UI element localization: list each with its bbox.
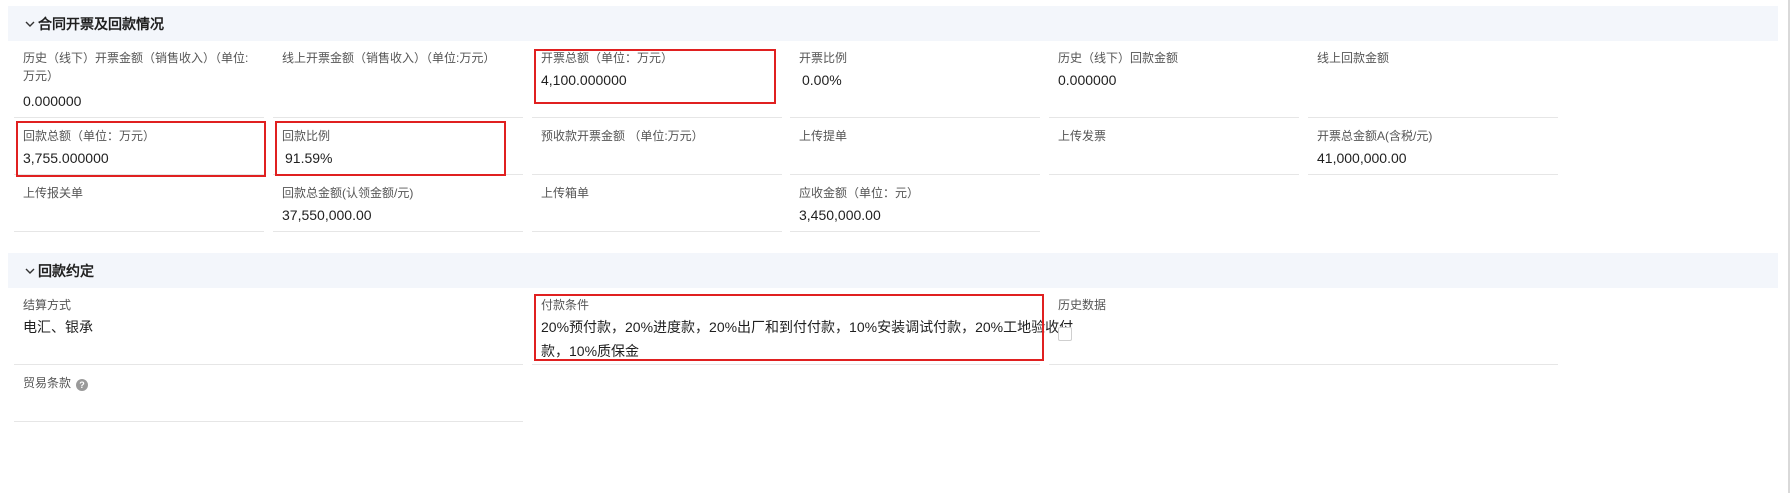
field-label: 历史（线下）回款金额 xyxy=(1058,51,1179,65)
field-settlement: 结算方式 电汇、银承 xyxy=(14,287,523,365)
field-value: 0.000000 xyxy=(1058,72,1117,88)
field-history-data: 历史数据 xyxy=(1049,287,1558,365)
field-value: 0.00% xyxy=(802,72,842,88)
field-label: 开票比例 xyxy=(799,51,848,65)
field-upload-customs[interactable]: 上传报关单 xyxy=(14,175,264,232)
field-label: 线上回款金额 xyxy=(1317,51,1390,65)
chevron-down-icon[interactable] xyxy=(24,265,36,277)
field-hist-offline-invoice: 历史（线下）开票金额（销售收入）（单位:万元） 0.000000 xyxy=(14,40,264,118)
field-label: 上传报关单 xyxy=(23,186,84,200)
field-invoice-total: 开票总额（单位：万元） 4,100.000000 xyxy=(532,40,782,118)
field-upload-bill-lading[interactable]: 上传提单 xyxy=(790,118,1040,175)
field-label: 结算方式 xyxy=(23,298,72,312)
help-icon[interactable]: ? xyxy=(76,379,89,391)
field-value: 0.000000 xyxy=(23,93,82,109)
field-label: 应收金额（单位：元） xyxy=(799,186,920,200)
section-title: 回款约定 xyxy=(38,262,94,279)
field-value: 3,755.000000 xyxy=(23,150,109,166)
chevron-down-icon[interactable] xyxy=(24,18,36,30)
field-label: 开票总额（单位：万元） xyxy=(541,51,674,65)
field-label: 历史（线下）开票金额（销售收入）（单位:万元） xyxy=(23,51,249,83)
field-online-payment: 线上回款金额 xyxy=(1308,40,1558,118)
field-label: 历史数据 xyxy=(1058,298,1107,312)
trade-terms-label: 贸易条款 xyxy=(23,376,72,390)
field-label: 上传提单 xyxy=(799,129,848,143)
field-invoice-total-a: 开票总金额A(含税/元) 41,000,000.00 xyxy=(1308,118,1558,175)
field-value: 电汇、银承 xyxy=(23,319,93,335)
field-hist-offline-payment: 历史（线下）回款金额 0.000000 xyxy=(1049,40,1299,118)
field-receivable: 应收金额（单位：元） 3,450,000.00 xyxy=(790,175,1040,232)
field-label: 上传发票 xyxy=(1058,129,1107,143)
field-value: 3,450,000.00 xyxy=(799,207,881,223)
section-title: 合同开票及回款情况 xyxy=(38,15,164,32)
field-prepay-invoice: 预收款开票金额 （单位:万元） xyxy=(532,118,782,175)
field-payment-ratio: 回款比例 91.59% xyxy=(273,118,523,175)
field-label: 贸易条款? xyxy=(23,374,515,392)
field-value: 4,100.000000 xyxy=(541,72,627,88)
field-label: 回款总额（单位：万元） xyxy=(23,129,156,143)
field-invoice-ratio: 开票比例 0.00% xyxy=(790,40,1040,118)
field-label: 上传箱单 xyxy=(541,186,590,200)
section-header-invoice[interactable]: 合同开票及回款情况 xyxy=(8,6,1778,41)
field-label: 回款比例 xyxy=(282,129,331,143)
field-label: 开票总金额A(含税/元) xyxy=(1317,129,1433,143)
section-header-payment[interactable]: 回款约定 xyxy=(8,253,1778,288)
field-value: 91.59% xyxy=(285,150,333,166)
field-value-line1: 20%预付款，20%进度款，20%出厂和到付付款，10%安装调试付款，20%工地… xyxy=(541,319,1074,335)
field-value-line2: 款，10%质保金 xyxy=(541,343,640,359)
field-label: 回款总金额(认领金额/元) xyxy=(282,186,414,200)
field-label: 付款条件 xyxy=(541,298,590,312)
field-payment-total-yuan: 回款总金额(认领金额/元) 37,550,000.00 xyxy=(273,175,523,232)
field-label: 线上开票金额（销售收入）（单位:万元） xyxy=(282,51,496,65)
field-payment-terms: 付款条件 20%预付款，20%进度款，20%出厂和到付付款，10%安装调试付款，… xyxy=(532,287,1073,365)
field-payment-total: 回款总额（单位：万元） 3,755.000000 xyxy=(14,118,264,175)
field-value: 37,550,000.00 xyxy=(282,207,372,223)
field-upload-invoice[interactable]: 上传发票 xyxy=(1049,118,1299,175)
field-trade-terms: 贸易条款? xyxy=(14,365,523,422)
field-online-invoice: 线上开票金额（销售收入）（单位:万元） xyxy=(273,40,523,118)
field-label: 预收款开票金额 （单位:万元） xyxy=(541,129,704,143)
field-value: 41,000,000.00 xyxy=(1317,150,1407,166)
field-upload-packing[interactable]: 上传箱单 xyxy=(532,175,782,232)
history-data-checkbox[interactable] xyxy=(1058,327,1072,341)
